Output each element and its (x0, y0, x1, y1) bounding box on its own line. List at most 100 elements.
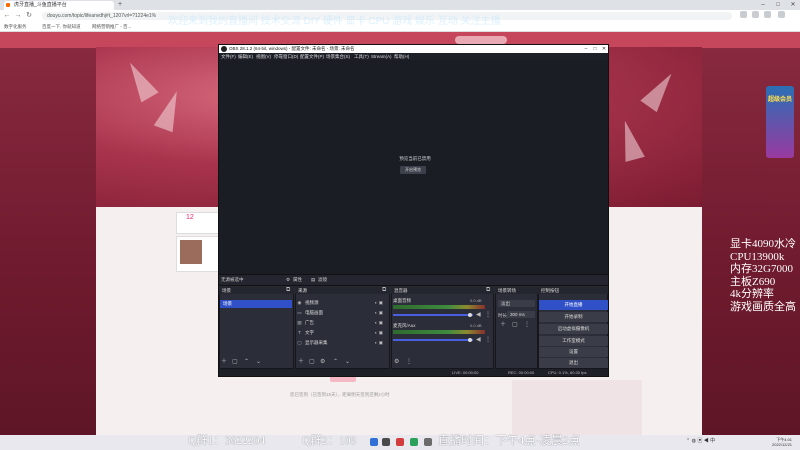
bookmark-item[interactable]: 百度一下, 你就知道 (42, 22, 81, 31)
start-preview-button[interactable]: 开启预览 (400, 166, 426, 174)
tray-icons[interactable]: ⌃ ◍ ▣ ◀ 中 (686, 437, 715, 444)
menu-scene-collection[interactable]: 场景集合(S) (326, 53, 350, 60)
dock-popout-icon[interactable]: ⧉ (286, 286, 290, 294)
transition-menu-icon[interactable]: ⋮ (524, 321, 530, 329)
source-label: 广告 (305, 320, 314, 325)
menu-docks[interactable]: 停靠窗口(D) (274, 53, 298, 60)
source-item[interactable]: ◉ 视频源 ◐ ▣ (297, 299, 387, 307)
menu-icon[interactable] (778, 11, 785, 18)
mixer-channel-db: 0.0 dB (470, 323, 482, 328)
mixer-settings-icon[interactable]: ⋮ (485, 311, 491, 319)
taskbar-app-icon[interactable] (382, 438, 390, 446)
obs-maximize-icon[interactable]: □ (591, 45, 599, 53)
start-recording-button[interactable]: 开始录制 (539, 312, 608, 322)
back-icon[interactable]: ← (2, 10, 12, 22)
star-icon[interactable] (752, 11, 759, 18)
minimize-icon[interactable]: – (756, 0, 770, 10)
move-down-icon[interactable]: ⌄ (345, 358, 350, 366)
source-settings-icon[interactable]: ⚙ (320, 358, 325, 366)
marquee-text: 欢迎来到我的直播间 技术交流 DIY 硬件 显卡 CPU 游戏 娱乐 互动 关注… (168, 16, 501, 27)
image-icon: ▨ (297, 320, 302, 325)
visibility-lock-icon[interactable]: ◐ ▣ (375, 299, 383, 307)
move-down-icon[interactable]: ⌄ (256, 358, 261, 366)
obs-logo-icon (221, 46, 227, 52)
volume-slider[interactable] (393, 314, 473, 316)
visibility-lock-icon[interactable]: ◐ ▣ (375, 319, 383, 327)
menu-stream[interactable]: Stream(A) (371, 53, 392, 60)
reload-icon[interactable]: ↻ (24, 10, 34, 22)
site-search-input[interactable] (455, 36, 507, 44)
sources-dock-title: 来源 (295, 287, 390, 294)
source-item[interactable]: ▢ 显示器采集 ◐ ▣ (297, 339, 387, 347)
start-streaming-button[interactable]: 开始直播 (539, 300, 608, 310)
obs-minimize-icon[interactable]: – (582, 45, 590, 53)
speaker-icon[interactable]: ◀ (476, 311, 481, 319)
profile-icon[interactable] (764, 11, 771, 18)
studio-mode-button[interactable]: 工作室模式 (539, 336, 608, 346)
menu-view[interactable]: 视图(V) (256, 53, 271, 60)
volume-knob[interactable] (468, 313, 472, 317)
browser-tab[interactable]: 虎牙直播_斗鱼直播平台 (4, 1, 114, 10)
settings-button[interactable]: 设置 (539, 347, 608, 357)
source-item[interactable]: ▭ 电脑画面 ◐ ▣ (297, 309, 387, 317)
speaker-icon[interactable]: ◀ (476, 336, 481, 344)
mixer-settings-icon[interactable]: ⋮ (485, 336, 491, 344)
audio-meter (393, 330, 485, 334)
add-scene-icon[interactable]: ＋ (221, 358, 227, 366)
source-item[interactable]: ▨ 广告 ◐ ▣ (297, 319, 387, 327)
scenes-dock-title: 场景 (219, 287, 294, 294)
add-source-icon[interactable]: ＋ (298, 358, 304, 366)
avatar[interactable] (180, 240, 202, 264)
dock-popout-icon[interactable]: ⧉ (486, 286, 490, 294)
visibility-lock-icon[interactable]: ◐ ▣ (375, 339, 383, 347)
obs-close-icon[interactable]: ✕ (600, 45, 608, 53)
transition-select[interactable]: 淡出 (498, 300, 535, 307)
obs-title: OBS 28.1.2 (64-bit, windows) - 配置文件: 未命名… (219, 45, 608, 53)
advanced-audio-icon[interactable]: ⚙ (394, 358, 399, 366)
taskbar-app-icon[interactable] (424, 438, 432, 446)
footer-qq2: Q群2：105 (302, 435, 357, 447)
duration-input[interactable]: 300 ms (507, 311, 535, 318)
virtual-camera-button[interactable]: 启动虚拟摄像机 (539, 324, 608, 334)
dock-popout-icon[interactable]: ⧉ (382, 286, 386, 294)
spec-line: 内存32G7000 (730, 263, 793, 276)
visibility-lock-icon[interactable]: ◐ ▣ (375, 309, 383, 317)
move-up-icon[interactable]: ⌃ (333, 358, 338, 366)
properties-button[interactable]: 属性 (293, 275, 302, 285)
remove-transition-icon[interactable]: ▢ (512, 321, 518, 329)
clock[interactable]: 下午4:01 2022/12/21 (772, 437, 792, 447)
menu-tools[interactable]: 工具(T) (354, 53, 369, 60)
new-tab-icon[interactable]: + (118, 1, 122, 9)
filter-icon[interactable]: ▤ (311, 275, 315, 285)
volume-slider[interactable] (393, 339, 473, 341)
exit-button[interactable]: 退出 (539, 358, 608, 368)
move-up-icon[interactable]: ⌃ (244, 358, 249, 366)
close-icon[interactable]: ✕ (786, 0, 800, 10)
controls-dock-title: 控制按钮 (538, 287, 608, 294)
source-item[interactable]: T 文字 ◐ ▣ (297, 329, 387, 337)
maximize-icon[interactable]: □ (771, 0, 785, 10)
scene-item[interactable]: 场景 (220, 300, 292, 308)
forward-icon[interactable]: → (13, 10, 23, 22)
taskbar-app-icon[interactable] (370, 438, 378, 446)
menu-edit[interactable]: 编辑(E) (238, 53, 253, 60)
bookmark-item[interactable]: 数字化服务 (4, 22, 27, 31)
volume-knob[interactable] (468, 338, 472, 342)
taskbar-app-icon[interactable] (410, 438, 418, 446)
visibility-lock-icon[interactable]: ◐ ▣ (375, 329, 383, 337)
remove-source-icon[interactable]: ▢ (309, 358, 315, 366)
add-transition-icon[interactable]: ＋ (500, 321, 506, 329)
gear-icon[interactable]: ⚙ (286, 275, 290, 285)
menu-help[interactable]: 帮助(H) (394, 53, 409, 60)
menu-profile[interactable]: 配置文件(P) (300, 53, 324, 60)
bookmark-item[interactable]: 网络营销推广 - 百... (92, 22, 131, 31)
source-label: 视频源 (305, 300, 319, 305)
remove-scene-icon[interactable]: ▢ (232, 358, 238, 366)
menu-file[interactable]: 文件(F) (221, 53, 236, 60)
mixer-channel-name: 麦克风/Aux (393, 323, 416, 328)
taskbar-app-icon[interactable] (396, 438, 404, 446)
extension-icon[interactable] (740, 11, 747, 18)
mixer-menu-icon[interactable]: ⋮ (406, 358, 412, 366)
filters-button[interactable]: 滤镜 (318, 275, 327, 285)
mixer-dock-title: 混音器 (391, 287, 494, 294)
